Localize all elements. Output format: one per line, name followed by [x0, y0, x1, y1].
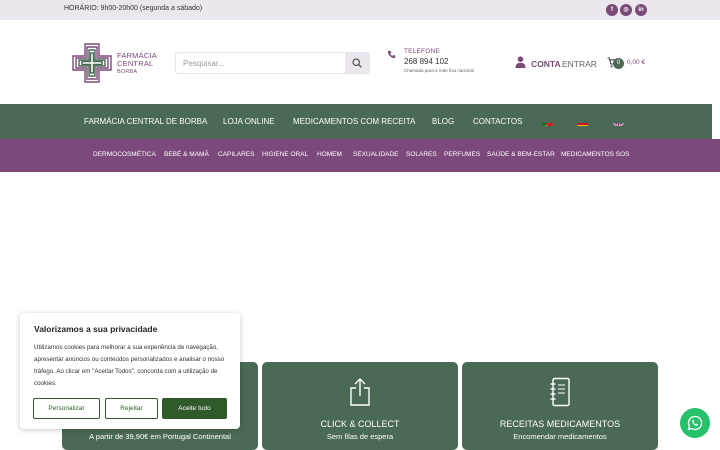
card-subtitle: A partir de 39,90€ em Portugal Continent… — [89, 432, 231, 441]
phone-icon — [387, 50, 396, 59]
card-title: CLICK & COLLECT — [320, 419, 400, 429]
site-header: FARMÁCIA CENTRAL BORBA TELEFONE 268 894 … — [0, 20, 720, 104]
search-box — [175, 52, 370, 74]
facebook-icon[interactable]: f — [606, 4, 618, 16]
search-button[interactable] — [345, 53, 369, 73]
nav-item-farmacia[interactable]: FARMÁCIA CENTRAL DE BORBA — [84, 117, 207, 126]
account-label[interactable]: CONTA — [531, 59, 561, 69]
category-capilares[interactable]: CAPILARES — [218, 151, 255, 158]
category-medicamentos-sos[interactable]: MEDICAMENTOS SOS — [561, 151, 630, 158]
search-input[interactable] — [176, 53, 346, 73]
main-nav: FARMÁCIA CENTRAL DE BORBA LOJA ONLINE ME… — [0, 104, 712, 139]
feature-card-click-collect[interactable]: CLICK & COLLECT Sem filas de espera — [262, 362, 458, 450]
reject-button[interactable]: Rejeitar — [105, 398, 158, 419]
whatsapp-icon — [687, 415, 703, 431]
phone-number[interactable]: 268 894 102 — [404, 57, 449, 66]
portugal-flag-icon[interactable] — [542, 118, 553, 126]
category-perfumes[interactable]: PERFUMES — [444, 151, 480, 158]
user-icon[interactable] — [515, 56, 526, 68]
search-icon — [352, 58, 362, 68]
logo-cross-icon[interactable] — [72, 43, 112, 83]
cookie-consent-dialog: Valorizamos a sua privacidade Utilizamos… — [20, 313, 240, 429]
share-box-icon — [350, 378, 370, 406]
cookie-body: Utilizamos cookies para melhorar a sua e… — [34, 344, 225, 387]
cart-total[interactable]: 0,00 € — [627, 59, 645, 66]
logo-line-2: CENTRAL — [117, 59, 154, 68]
category-homem[interactable]: HOMEM — [317, 151, 342, 158]
card-subtitle: Encomendar medicamentos — [513, 432, 607, 441]
cookie-title: Valorizamos a sua privacidade — [34, 324, 158, 334]
category-higiene-oral[interactable]: HIGIENE ORAL — [262, 151, 308, 158]
category-saude-bem-estar[interactable]: SAÚDE & BEM-ESTAR — [487, 151, 555, 158]
nav-item-medicamentos[interactable]: MEDICAMENTOS COM RECEITA — [293, 117, 415, 126]
logo-text[interactable]: FARMÁCIA CENTRAL BORBA — [117, 52, 157, 76]
uk-flag-icon[interactable] — [613, 118, 624, 126]
phone-note: Chamada para a rede fixa nacional — [404, 68, 475, 73]
nav-item-contactos[interactable]: CONTACTOS — [473, 117, 522, 126]
instagram-icon[interactable]: ◎ — [620, 4, 632, 16]
card-subtitle: Sem filas de espera — [326, 432, 394, 441]
accept-all-button[interactable]: Aceite tudo — [162, 398, 227, 419]
card-title: RECEITAS MEDICAMENTOS — [499, 419, 621, 429]
nav-item-loja[interactable]: LOJA ONLINE — [223, 117, 275, 126]
login-link[interactable]: ENTRAR — [562, 59, 597, 69]
category-sexualidade[interactable]: SEXUALIDADE — [353, 151, 399, 158]
notebook-icon — [550, 377, 570, 407]
spain-flag-icon[interactable] — [577, 118, 588, 126]
whatsapp-button[interactable] — [680, 408, 710, 438]
category-bebe-mama[interactable]: BEBÉ & MAMÃ — [164, 151, 209, 158]
linkedin-icon[interactable]: in — [635, 4, 647, 16]
opening-hours: HORÁRIO: 9h00-20h00 (segunda a sábado) — [64, 5, 203, 12]
customize-button[interactable]: Personalizar — [33, 398, 100, 419]
nav-item-blog[interactable]: BLOG — [432, 117, 454, 126]
category-solares[interactable]: SOLARES — [406, 151, 437, 158]
phone-label: TELEFONE — [404, 48, 440, 55]
feature-card-prescriptions[interactable]: RECEITAS MEDICAMENTOS Encomendar medicam… — [462, 362, 658, 450]
cart-count-badge: 0 — [613, 58, 624, 69]
category-nav: DERMOCOSMÉTICA BEBÉ & MAMÃ CAPILARES HIG… — [0, 139, 720, 172]
logo-line-3: BORBA — [117, 69, 138, 75]
top-bar: HORÁRIO: 9h00-20h00 (segunda a sábado) f… — [0, 0, 720, 20]
category-dermocosmetica[interactable]: DERMOCOSMÉTICA — [93, 151, 156, 158]
